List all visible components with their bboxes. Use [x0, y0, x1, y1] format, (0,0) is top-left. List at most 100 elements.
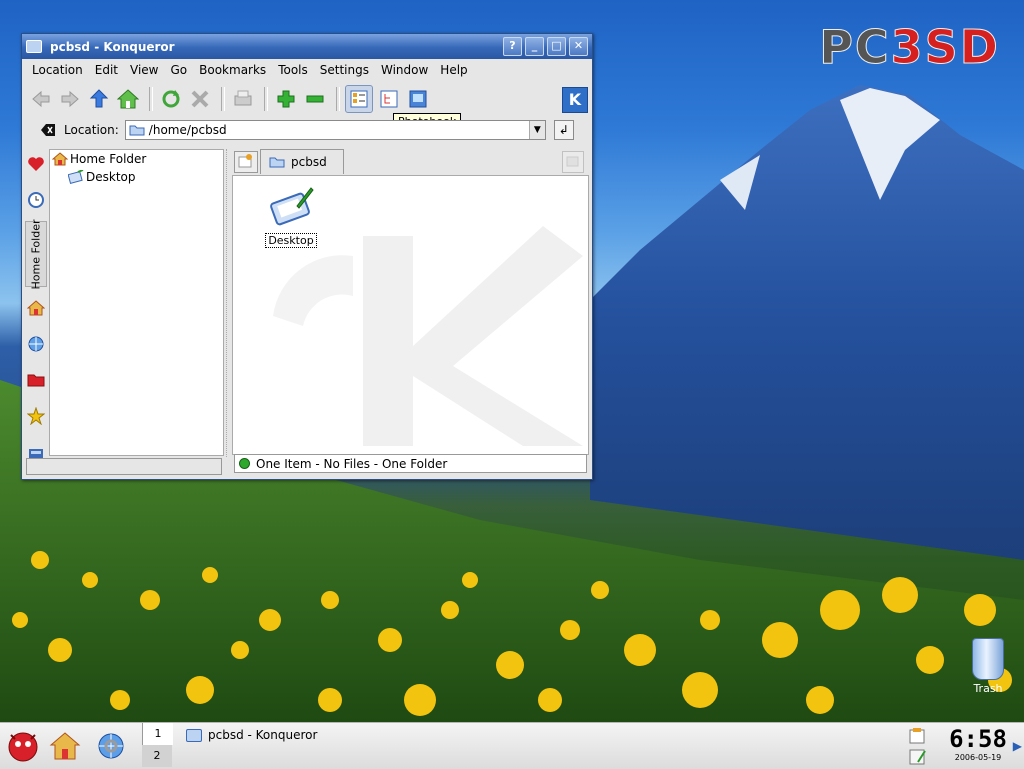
home-launcher-button[interactable] — [46, 727, 84, 765]
clock-icon — [28, 192, 44, 208]
location-input[interactable]: /home/pcbsd ▼ — [124, 120, 546, 140]
tab-label: pcbsd — [291, 155, 327, 169]
close-tab-button[interactable] — [562, 151, 584, 173]
toolbar-separator — [336, 87, 340, 111]
tree-item-home-folder[interactable]: Home Folder — [50, 150, 223, 168]
panel-hide-arrow-icon[interactable]: ▶ — [1013, 739, 1022, 753]
maximize-button[interactable]: □ — [547, 37, 566, 56]
new-tab-button[interactable] — [234, 151, 258, 173]
desktop-pager: 1 2 — [142, 723, 173, 769]
stop-button[interactable] — [187, 86, 213, 112]
home-icon — [49, 732, 81, 760]
menu-help[interactable]: Help — [434, 63, 473, 77]
photobook-button[interactable] — [405, 86, 431, 112]
trash-desktop-icon[interactable]: Trash — [962, 638, 1014, 695]
menu-tools[interactable]: Tools — [272, 63, 314, 77]
menu-settings[interactable]: Settings — [314, 63, 375, 77]
trash-label: Trash — [973, 682, 1003, 695]
history-tab[interactable] — [25, 185, 47, 215]
icon-view-icon — [350, 90, 368, 108]
home-button[interactable] — [115, 86, 141, 112]
reload-icon — [162, 90, 180, 108]
zoom-out-button[interactable] — [302, 86, 328, 112]
home-folder-tab[interactable]: Home Folder — [25, 219, 47, 289]
browser-launcher-button[interactable] — [92, 727, 130, 765]
up-button[interactable] — [86, 86, 112, 112]
network-tab[interactable] — [25, 329, 47, 359]
folder-icon — [269, 157, 285, 168]
tree-item-label: Home Folder — [70, 152, 147, 166]
services-tab[interactable] — [25, 401, 47, 431]
location-value: /home/pcbsd — [148, 123, 227, 137]
globe-icon — [28, 336, 44, 352]
home-tab[interactable] — [25, 293, 47, 323]
file-item-label: Desktop — [265, 233, 317, 248]
beastie-icon — [8, 732, 38, 762]
minimize-button[interactable]: _ — [525, 37, 544, 56]
bookmarks-tab[interactable] — [25, 149, 47, 179]
plus-icon — [277, 90, 295, 108]
tree-status-bar — [26, 458, 222, 475]
clock-date: 2006-05-19 — [954, 753, 1002, 762]
clock[interactable]: 6:58 2006-05-19 — [946, 725, 1010, 769]
menu-view[interactable]: View — [124, 63, 164, 77]
tree-item-desktop[interactable]: Desktop — [50, 168, 223, 186]
printer-icon — [234, 90, 252, 106]
up-arrow-icon — [89, 89, 109, 108]
folder-icon — [186, 728, 202, 742]
reload-button[interactable] — [158, 86, 184, 112]
heart-icon — [28, 157, 44, 171]
help-button[interactable]: ? — [503, 37, 522, 56]
status-text: One Item - No Files - One Folder — [256, 456, 448, 471]
close-tab-icon — [566, 156, 579, 167]
trash-icon — [972, 638, 1004, 680]
menu-edit[interactable]: Edit — [89, 63, 124, 77]
kde-throbber-icon[interactable]: K — [562, 87, 588, 113]
menu-bookmarks[interactable]: Bookmarks — [193, 63, 272, 77]
home-folder-tab-label: Home Folder — [29, 219, 43, 289]
clear-location-icon[interactable] — [40, 123, 56, 137]
menubar: Location Edit View Go Bookmarks Tools Se… — [22, 59, 592, 81]
pager-desktop-2[interactable]: 2 — [142, 745, 172, 767]
kicker-panel: 1 2 pcbsd - Konqueror 6:58 2006-05-19 ▶ — [0, 722, 1024, 769]
desktop-folder-icon — [270, 187, 314, 226]
back-arrow-icon — [32, 90, 50, 108]
home-icon — [117, 89, 139, 109]
notes-icon[interactable] — [908, 748, 928, 766]
klipper-icon[interactable] — [908, 727, 928, 745]
stop-icon — [191, 90, 209, 108]
location-label: Location: — [64, 123, 119, 137]
menu-go[interactable]: Go — [165, 63, 194, 77]
tree-view-icon — [380, 90, 398, 108]
tree-item-label: Desktop — [86, 170, 136, 184]
panel-splitter[interactable] — [226, 149, 231, 457]
taskbar-item-label: pcbsd - Konqueror — [208, 728, 318, 742]
view-tabbar: pcbsd — [234, 149, 588, 175]
konqueror-window: pcbsd - Konqueror ? _ □ ✕ Location Edit … — [21, 33, 593, 480]
sidebar-tree: Home Folder Desktop — [49, 149, 224, 456]
root-folder-tab[interactable] — [25, 365, 47, 395]
print-button[interactable] — [230, 86, 256, 112]
toolbar-separator — [264, 87, 268, 111]
close-button[interactable]: ✕ — [569, 37, 588, 56]
menu-window[interactable]: Window — [375, 63, 434, 77]
tab-pcbsd[interactable]: pcbsd — [260, 149, 344, 174]
zoom-in-button[interactable] — [273, 86, 299, 112]
window-titlebar[interactable]: pcbsd - Konqueror ? _ □ ✕ — [22, 34, 592, 59]
back-button[interactable] — [28, 86, 54, 112]
menu-location[interactable]: Location — [26, 63, 89, 77]
home-icon — [27, 300, 45, 316]
pager-desktop-1[interactable]: 1 — [142, 723, 173, 745]
location-dropdown-arrow[interactable]: ▼ — [528, 121, 545, 139]
status-led-icon — [239, 458, 250, 469]
file-item-desktop[interactable]: Desktop — [261, 184, 321, 248]
go-button[interactable]: ↲ — [553, 120, 574, 140]
k-menu-button[interactable] — [4, 727, 42, 765]
forward-button[interactable] — [57, 86, 83, 112]
system-tray — [908, 727, 930, 767]
file-view[interactable]: Desktop — [232, 175, 589, 455]
status-bar: One Item - No Files - One Folder — [234, 454, 587, 473]
icon-view-button[interactable] — [345, 85, 373, 113]
tree-view-button[interactable] — [376, 86, 402, 112]
taskbar-item-konqueror[interactable]: pcbsd - Konqueror — [180, 725, 540, 745]
